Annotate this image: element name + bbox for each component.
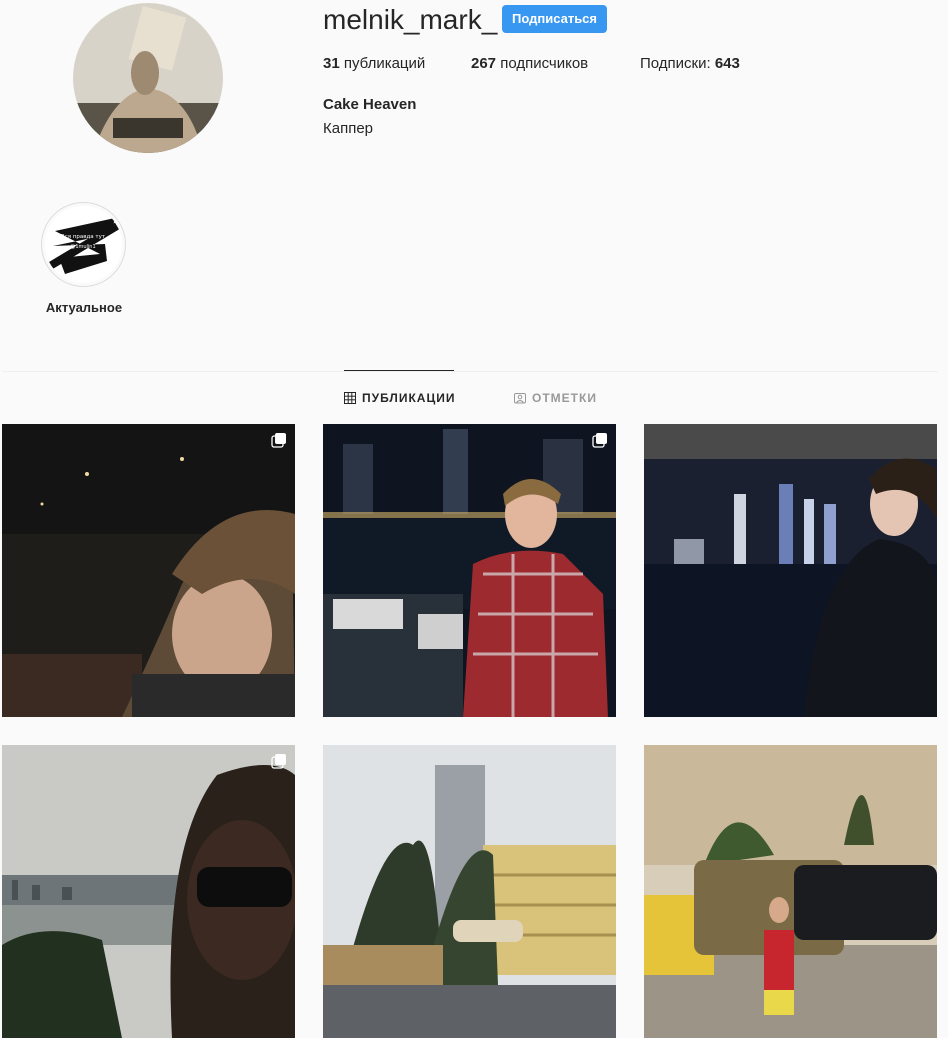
followers-stat[interactable]: 267 подписчиков bbox=[471, 54, 588, 74]
highlight-cover-text-1: Вся правда тут bbox=[61, 234, 106, 240]
follow-button[interactable]: Подписаться bbox=[502, 5, 608, 33]
following-stat[interactable]: Подписки: 643 bbox=[640, 54, 740, 74]
post-tile[interactable] bbox=[323, 745, 616, 1038]
multiple-photos-icon bbox=[592, 433, 607, 448]
tab-posts[interactable]: ПУБЛИКАЦИИ bbox=[344, 390, 455, 406]
profile-full-name: Cake Heaven bbox=[323, 96, 417, 113]
post-image bbox=[323, 424, 616, 717]
profile-bio: Каппер bbox=[323, 120, 374, 137]
tabs-divider bbox=[2, 371, 938, 372]
grid-icon bbox=[344, 392, 356, 404]
post-image bbox=[2, 745, 295, 1038]
post-tile[interactable] bbox=[644, 424, 937, 717]
post-image bbox=[323, 745, 616, 1038]
highlight-cover[interactable]: Вся правда тут @1mulin1 bbox=[45, 206, 122, 283]
post-image bbox=[2, 424, 295, 717]
following-count: 643 bbox=[714, 55, 740, 72]
post-tile[interactable] bbox=[323, 424, 616, 717]
active-tab-indicator bbox=[344, 370, 454, 371]
post-image bbox=[644, 745, 937, 1038]
multiple-photos-icon bbox=[271, 754, 286, 769]
posts-label: публикаций bbox=[339, 55, 426, 72]
tab-tagged-label: ОТМЕТКИ bbox=[532, 391, 597, 405]
followers-label: подписчиков bbox=[496, 55, 589, 72]
posts-count-stat: 31 публикаций bbox=[323, 54, 425, 74]
highlight-label[interactable]: Актуальное bbox=[20, 300, 148, 315]
tab-posts-label: ПУБЛИКАЦИИ bbox=[362, 391, 456, 405]
multiple-photos-icon bbox=[271, 433, 286, 448]
following-label: Подписки: bbox=[640, 55, 715, 72]
tab-tagged[interactable]: ОТМЕТКИ bbox=[514, 390, 597, 406]
post-image bbox=[644, 424, 937, 717]
posts-count: 31 bbox=[323, 55, 340, 72]
post-tile[interactable] bbox=[644, 745, 937, 1038]
highlight-cover-text-2: @1mulin1 bbox=[70, 244, 95, 250]
profile-avatar[interactable] bbox=[73, 3, 223, 153]
post-tile[interactable] bbox=[2, 424, 295, 717]
followers-count: 267 bbox=[471, 55, 497, 72]
tag-icon bbox=[514, 393, 526, 404]
profile-username: melnik_mark_ bbox=[323, 4, 498, 35]
post-tile[interactable] bbox=[2, 745, 295, 1038]
